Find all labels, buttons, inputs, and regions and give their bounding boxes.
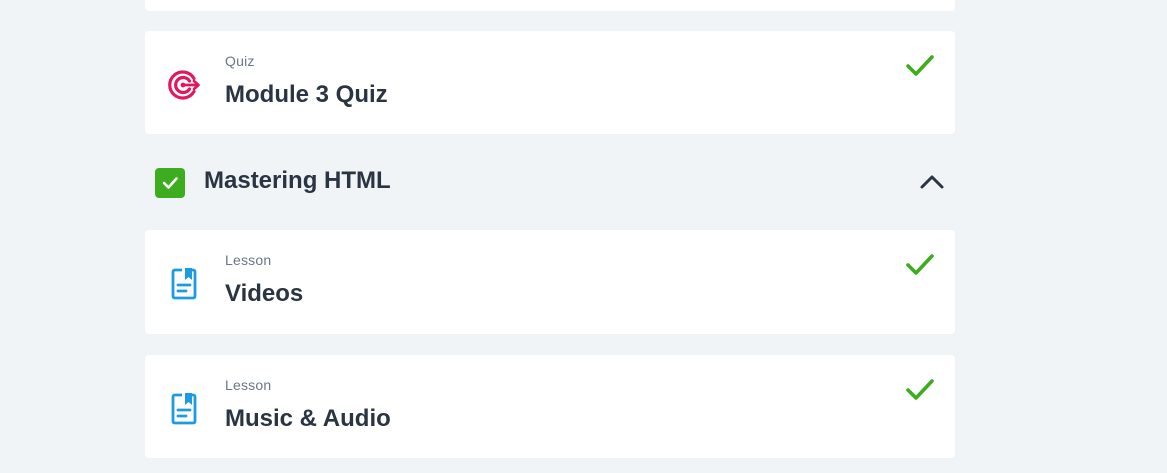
item-title[interactable]: Music & Audio xyxy=(225,405,391,433)
course-outline: Quiz Module 3 Quiz Mastering HTML Lesson… xyxy=(0,0,1167,473)
section-header-mastering-html[interactable]: Mastering HTML xyxy=(145,160,955,204)
item-title[interactable]: Module 3 Quiz xyxy=(225,81,388,109)
target-icon xyxy=(167,67,203,103)
collapse-chevron-up-icon[interactable] xyxy=(917,170,947,194)
section-complete-checkbox xyxy=(155,168,185,198)
list-item-videos[interactable]: Lesson Videos xyxy=(145,230,955,334)
document-icon xyxy=(167,391,203,427)
completed-check-icon xyxy=(905,53,935,79)
item-type-label: Quiz xyxy=(225,53,255,69)
item-type-label: Lesson xyxy=(225,377,272,393)
item-title[interactable]: Videos xyxy=(225,280,303,308)
completed-check-icon xyxy=(905,377,935,403)
item-type-label: Lesson xyxy=(225,252,272,268)
completed-check-icon xyxy=(905,252,935,278)
list-item-music-audio[interactable]: Lesson Music & Audio xyxy=(145,355,955,458)
document-icon xyxy=(167,266,203,302)
section-title: Mastering HTML xyxy=(204,167,391,194)
previous-item-card[interactable] xyxy=(145,0,955,11)
list-item-module-3-quiz[interactable]: Quiz Module 3 Quiz xyxy=(145,31,955,134)
